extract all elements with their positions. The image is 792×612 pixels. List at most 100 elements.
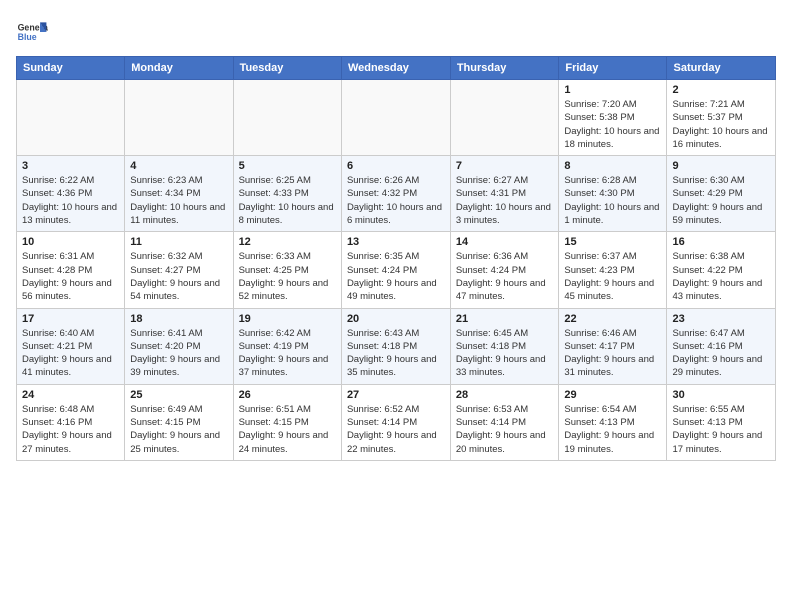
day-info: Sunrise: 6:22 AM Sunset: 4:36 PM Dayligh… xyxy=(22,174,119,227)
day-info: Sunrise: 6:31 AM Sunset: 4:28 PM Dayligh… xyxy=(22,250,119,303)
day-number: 14 xyxy=(456,236,554,248)
day-info: Sunrise: 6:23 AM Sunset: 4:34 PM Dayligh… xyxy=(130,174,227,227)
day-number: 18 xyxy=(130,313,227,325)
day-number: 17 xyxy=(22,313,119,325)
day-info: Sunrise: 6:37 AM Sunset: 4:23 PM Dayligh… xyxy=(564,250,661,303)
day-number: 15 xyxy=(564,236,661,248)
day-number: 20 xyxy=(347,313,445,325)
day-header-thursday: Thursday xyxy=(450,57,559,80)
calendar-cell: 4Sunrise: 6:23 AM Sunset: 4:34 PM Daylig… xyxy=(125,156,233,232)
day-number: 22 xyxy=(564,313,661,325)
day-info: Sunrise: 6:48 AM Sunset: 4:16 PM Dayligh… xyxy=(22,403,119,456)
calendar-cell: 2 Sunrise: 7:21 AM Sunset: 5:37 PM Daylig… xyxy=(667,80,776,156)
day-number: 26 xyxy=(239,389,336,401)
day-info: Sunrise: 6:42 AM Sunset: 4:19 PM Dayligh… xyxy=(239,327,336,380)
logo-icon: General Blue xyxy=(16,16,48,48)
day-info: Sunrise: 6:46 AM Sunset: 4:17 PM Dayligh… xyxy=(564,327,661,380)
day-header-saturday: Saturday xyxy=(667,57,776,80)
day-info: Sunrise: 6:32 AM Sunset: 4:27 PM Dayligh… xyxy=(130,250,227,303)
day-number: 12 xyxy=(239,236,336,248)
day-info: Sunrise: 6:27 AM Sunset: 4:31 PM Dayligh… xyxy=(456,174,554,227)
day-info: Sunrise: 6:49 AM Sunset: 4:15 PM Dayligh… xyxy=(130,403,227,456)
calendar-cell: 23 Sunrise: 6:47 AM Sunset: 4:16 PM Dayli… xyxy=(667,308,776,384)
calendar-cell: 3 Sunrise: 6:22 AM Sunset: 4:36 PM Daylig… xyxy=(17,156,125,232)
calendar-cell: 5 Sunrise: 6:25 AM Sunset: 4:33 PM Daylig… xyxy=(233,156,341,232)
day-header-tuesday: Tuesday xyxy=(233,57,341,80)
calendar-cell: 24 Sunrise: 6:48 AM Sunset: 4:16 PM Dayli… xyxy=(17,384,125,460)
calendar-cell: 28 Sunrise: 6:53 AM Sunset: 4:14 PM Dayli… xyxy=(450,384,559,460)
calendar: SundayMondayTuesdayWednesdayThursdayFrid… xyxy=(16,56,776,461)
day-number: 29 xyxy=(564,389,661,401)
calendar-cell: 21 Sunrise: 6:45 AM Sunset: 4:18 PM Dayli… xyxy=(450,308,559,384)
week-row-5: 24 Sunrise: 6:48 AM Sunset: 4:16 PM Dayli… xyxy=(17,384,776,460)
calendar-cell: 10Sunrise: 6:31 AM Sunset: 4:28 PM Dayli… xyxy=(17,232,125,308)
day-info: Sunrise: 6:28 AM Sunset: 4:30 PM Dayligh… xyxy=(564,174,661,227)
day-info: Sunrise: 7:20 AM Sunset: 5:38 PM Dayligh… xyxy=(564,98,661,151)
day-header-wednesday: Wednesday xyxy=(341,57,450,80)
day-number: 30 xyxy=(672,389,770,401)
calendar-cell: 13 Sunrise: 6:35 AM Sunset: 4:24 PM Dayli… xyxy=(341,232,450,308)
calendar-cell: 17 Sunrise: 6:40 AM Sunset: 4:21 PM Dayli… xyxy=(17,308,125,384)
calendar-cell: 18 Sunrise: 6:41 AM Sunset: 4:20 PM Dayli… xyxy=(125,308,233,384)
calendar-cell: 11Sunrise: 6:32 AM Sunset: 4:27 PM Dayli… xyxy=(125,232,233,308)
day-info: Sunrise: 6:40 AM Sunset: 4:21 PM Dayligh… xyxy=(22,327,119,380)
week-row-4: 17 Sunrise: 6:40 AM Sunset: 4:21 PM Dayli… xyxy=(17,308,776,384)
day-info: Sunrise: 6:55 AM Sunset: 4:13 PM Dayligh… xyxy=(672,403,770,456)
day-info: Sunrise: 6:25 AM Sunset: 4:33 PM Dayligh… xyxy=(239,174,336,227)
calendar-cell xyxy=(17,80,125,156)
day-info: Sunrise: 6:30 AM Sunset: 4:29 PM Dayligh… xyxy=(672,174,770,227)
day-number: 25 xyxy=(130,389,227,401)
day-info: Sunrise: 6:35 AM Sunset: 4:24 PM Dayligh… xyxy=(347,250,445,303)
day-info: Sunrise: 6:51 AM Sunset: 4:15 PM Dayligh… xyxy=(239,403,336,456)
day-number: 7 xyxy=(456,160,554,172)
day-number: 23 xyxy=(672,313,770,325)
calendar-cell: 6 Sunrise: 6:26 AM Sunset: 4:32 PM Daylig… xyxy=(341,156,450,232)
header: General Blue xyxy=(16,16,776,48)
day-info: Sunrise: 6:38 AM Sunset: 4:22 PM Dayligh… xyxy=(672,250,770,303)
day-info: Sunrise: 6:33 AM Sunset: 4:25 PM Dayligh… xyxy=(239,250,336,303)
calendar-cell: 25 Sunrise: 6:49 AM Sunset: 4:15 PM Dayli… xyxy=(125,384,233,460)
calendar-cell: 12 Sunrise: 6:33 AM Sunset: 4:25 PM Dayli… xyxy=(233,232,341,308)
day-number: 2 xyxy=(672,84,770,96)
day-info: Sunrise: 6:53 AM Sunset: 4:14 PM Dayligh… xyxy=(456,403,554,456)
day-number: 16 xyxy=(672,236,770,248)
day-number: 3 xyxy=(22,160,119,172)
calendar-cell: 1 Sunrise: 7:20 AM Sunset: 5:38 PM Daylig… xyxy=(559,80,667,156)
day-info: Sunrise: 6:54 AM Sunset: 4:13 PM Dayligh… xyxy=(564,403,661,456)
day-number: 27 xyxy=(347,389,445,401)
day-info: Sunrise: 6:45 AM Sunset: 4:18 PM Dayligh… xyxy=(456,327,554,380)
week-row-1: 1 Sunrise: 7:20 AM Sunset: 5:38 PM Daylig… xyxy=(17,80,776,156)
calendar-cell: 14 Sunrise: 6:36 AM Sunset: 4:24 PM Dayli… xyxy=(450,232,559,308)
day-number: 1 xyxy=(564,84,661,96)
day-number: 19 xyxy=(239,313,336,325)
day-info: Sunrise: 6:47 AM Sunset: 4:16 PM Dayligh… xyxy=(672,327,770,380)
calendar-cell: 29 Sunrise: 6:54 AM Sunset: 4:13 PM Dayli… xyxy=(559,384,667,460)
day-number: 13 xyxy=(347,236,445,248)
day-info: Sunrise: 6:36 AM Sunset: 4:24 PM Dayligh… xyxy=(456,250,554,303)
day-header-sunday: Sunday xyxy=(17,57,125,80)
day-info: Sunrise: 6:52 AM Sunset: 4:14 PM Dayligh… xyxy=(347,403,445,456)
calendar-cell xyxy=(125,80,233,156)
week-row-2: 3 Sunrise: 6:22 AM Sunset: 4:36 PM Daylig… xyxy=(17,156,776,232)
day-header-monday: Monday xyxy=(125,57,233,80)
day-number: 28 xyxy=(456,389,554,401)
calendar-cell: 15 Sunrise: 6:37 AM Sunset: 4:23 PM Dayli… xyxy=(559,232,667,308)
day-info: Sunrise: 6:41 AM Sunset: 4:20 PM Dayligh… xyxy=(130,327,227,380)
logo: General Blue xyxy=(16,16,48,48)
calendar-cell: 16 Sunrise: 6:38 AM Sunset: 4:22 PM Dayli… xyxy=(667,232,776,308)
svg-text:Blue: Blue xyxy=(18,32,37,42)
day-number: 6 xyxy=(347,160,445,172)
day-number: 24 xyxy=(22,389,119,401)
day-number: 8 xyxy=(564,160,661,172)
week-row-3: 10Sunrise: 6:31 AM Sunset: 4:28 PM Dayli… xyxy=(17,232,776,308)
calendar-cell: 26 Sunrise: 6:51 AM Sunset: 4:15 PM Dayli… xyxy=(233,384,341,460)
day-info: Sunrise: 7:21 AM Sunset: 5:37 PM Dayligh… xyxy=(672,98,770,151)
calendar-cell: 19 Sunrise: 6:42 AM Sunset: 4:19 PM Dayli… xyxy=(233,308,341,384)
calendar-cell: 22 Sunrise: 6:46 AM Sunset: 4:17 PM Dayli… xyxy=(559,308,667,384)
day-number: 21 xyxy=(456,313,554,325)
day-number: 9 xyxy=(672,160,770,172)
calendar-cell: 9 Sunrise: 6:30 AM Sunset: 4:29 PM Daylig… xyxy=(667,156,776,232)
day-number: 5 xyxy=(239,160,336,172)
calendar-cell: 20Sunrise: 6:43 AM Sunset: 4:18 PM Dayli… xyxy=(341,308,450,384)
day-info: Sunrise: 6:26 AM Sunset: 4:32 PM Dayligh… xyxy=(347,174,445,227)
